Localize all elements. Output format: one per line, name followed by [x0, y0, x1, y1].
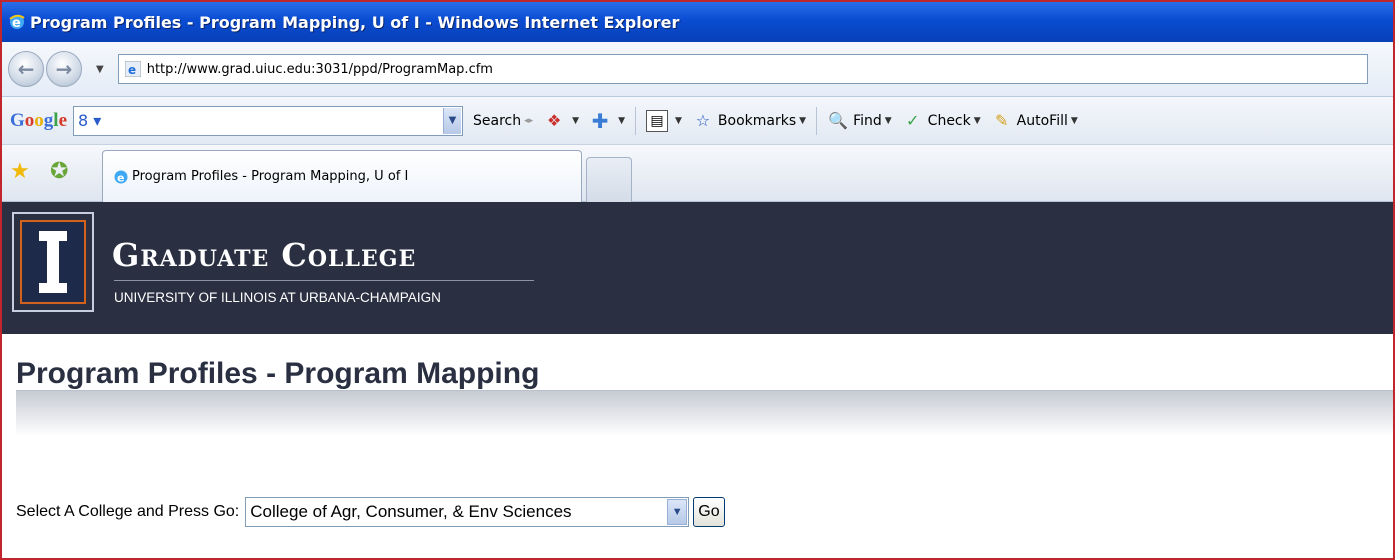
favorites-star-icon[interactable]: ★ [10, 159, 30, 184]
check-button[interactable]: ✓ Check ▼ [902, 110, 981, 132]
ie-tab-icon: e [113, 169, 129, 185]
spellcheck-icon: ✓ [905, 111, 920, 130]
svg-text:e: e [128, 63, 136, 77]
forward-button[interactable]: → [46, 51, 82, 87]
autofill-button[interactable]: ✎ AutoFill ▼ [991, 110, 1078, 132]
google-toolbar: Google 8 ▾ ▼ Search ◂▸ ❖ ▼ ✚ ▼ ▤ ▼ ☆ Bookma… [2, 97, 1393, 145]
dropdown-arrow-icon[interactable]: ▼ [667, 499, 688, 525]
find-label: Find [853, 112, 882, 129]
ie-logo-icon: e [8, 13, 26, 31]
autofill-label: AutoFill [1016, 112, 1068, 129]
address-bar[interactable]: e http://www.grad.uiuc.edu:3031/ppd/Prog… [117, 54, 1368, 84]
page-content: Graduate College UNIVERSITY OF ILLINOIS … [2, 202, 1393, 558]
dropdown-arrow-icon: ▼ [884, 115, 892, 126]
block-i-logo-icon [20, 220, 86, 304]
check-label: Check [927, 112, 971, 129]
go-button[interactable]: Go [693, 497, 725, 527]
search-arrow-icon: ◂▸ [524, 115, 534, 126]
sidebar-icon: ▤ [646, 109, 668, 132]
svg-text:e: e [117, 171, 124, 184]
college-name: Graduate College [112, 236, 417, 274]
google-search-input[interactable]: 8 ▾ ▼ [73, 105, 463, 136]
page-icon: e [124, 60, 142, 78]
college-dropdown[interactable]: College of Agr, Consumer, & Env Sciences… [245, 497, 690, 527]
star-icon: ☆ [695, 111, 711, 130]
college-select-form: Select A College and Press Go: College o… [16, 497, 725, 527]
address-toolbar: ← → ▼ e http://www.grad.uiuc.edu:3031/pp… [2, 42, 1393, 97]
find-button[interactable]: 🔍 Find ▼ [827, 110, 892, 132]
window-title: Program Profiles - Program Mapping, U of… [30, 12, 680, 32]
back-arrow-icon: ← [17, 57, 35, 81]
google-logo: Google [10, 109, 67, 131]
dropdown-arrow-icon: ▼ [1070, 115, 1078, 126]
search-dropdown-icon[interactable]: ▼ [443, 107, 461, 134]
svg-text:e: e [12, 16, 21, 31]
title-shadow [16, 391, 1393, 436]
bookmarks-label: Bookmarks [717, 112, 797, 129]
tab-strip: ★ ✪ e Program Profiles - Program Mapping… [2, 145, 1393, 202]
tab-program-profiles[interactable]: e Program Profiles - Program Mapping, U … [102, 150, 582, 202]
dropdown-arrow-icon: ▼ [572, 115, 580, 126]
university-logo [12, 212, 94, 312]
add-favorite-icon[interactable]: ✪ [50, 159, 68, 184]
bookmarks-button[interactable]: ☆ Bookmarks ▼ [692, 110, 806, 132]
search-button[interactable]: Search ◂▸ [473, 113, 533, 129]
page-title: Program Profiles - Program Mapping [16, 357, 540, 390]
dropdown-arrow-icon: ▼ [675, 115, 682, 126]
plus-icon: ✚ [591, 108, 609, 133]
search-label: Search [473, 112, 522, 129]
select-label: Select A College and Press Go: [16, 503, 240, 520]
new-tab-button[interactable] [586, 157, 632, 202]
plus-button[interactable]: ✚ ▼ [589, 108, 625, 133]
forward-arrow-icon: → [55, 57, 73, 81]
selected-college: College of Agr, Consumer, & Env Sciences [250, 502, 572, 521]
popup-blocker-button[interactable]: ❖ ▼ [543, 110, 579, 132]
dropdown-arrow-icon: ▼ [618, 115, 625, 126]
find-icon: 🔍 [828, 111, 849, 130]
recent-pages-dropdown-icon[interactable]: ▼ [96, 64, 104, 75]
university-name: UNIVERSITY OF ILLINOIS AT URBANA-CHAMPAI… [114, 290, 441, 305]
banner-divider [114, 280, 534, 281]
url-text: http://www.grad.uiuc.edu:3031/ppd/Progra… [146, 61, 493, 77]
toolbar-separator [635, 106, 636, 135]
dropdown-arrow-icon: ▼ [973, 115, 981, 126]
browser-window: e Program Profiles - Program Mapping, U … [0, 0, 1395, 560]
autofill-icon: ✎ [994, 111, 1009, 130]
title-bar: e Program Profiles - Program Mapping, U … [2, 2, 1393, 42]
back-button[interactable]: ← [8, 51, 44, 87]
google-g-icon[interactable]: 8 ▾ [78, 111, 101, 130]
toolbar-separator [816, 106, 818, 135]
site-banner: Graduate College UNIVERSITY OF ILLINOIS … [2, 202, 1393, 334]
dropdown-arrow-icon: ▼ [799, 115, 807, 126]
tab-label: Program Profiles - Program Mapping, U of… [132, 169, 409, 184]
sidebar-button[interactable]: ▤ ▼ [646, 109, 682, 132]
popup-blocker-icon: ❖ [546, 111, 562, 130]
